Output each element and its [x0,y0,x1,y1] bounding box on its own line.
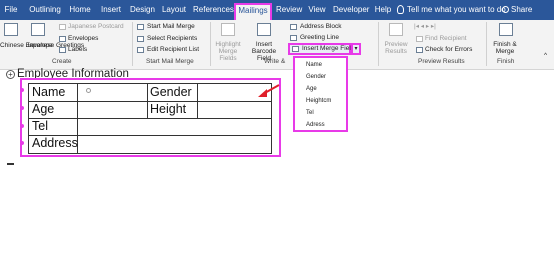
tab-insert[interactable]: Insert [99,3,123,19]
employee-table[interactable]: Name Gender Age Height Tel Address [28,83,272,154]
japanese-greetings-button[interactable]: Japanese Greetings [26,42,84,49]
labels-button[interactable]: Labels [68,46,87,54]
cursor-anchor-icon [86,88,91,93]
select-recipients-icon [137,36,144,42]
group-label-write-insert: Write & [264,58,286,65]
tab-mailings[interactable]: Mailings [234,3,272,20]
start-mail-merge-icon [137,24,144,30]
merge-field-option-heightcm[interactable]: Heightcm [306,97,331,105]
insert-merge-field-dropdown-arrow[interactable]: ▾ [351,43,361,55]
edit-recipient-list-icon [137,47,144,53]
cell-tel-label[interactable]: Tel [32,119,48,134]
tab-layout[interactable]: Layout [161,3,187,19]
paragraph-marker [20,88,24,92]
find-recipient-icon [416,36,423,42]
cell-gender-label[interactable]: Gender [150,85,192,100]
japanese-greetings-icon [31,23,45,36]
record-nav-arrows[interactable]: |◂ ◂ ▸ ▸| [414,23,436,31]
ribbon-separator [132,22,133,66]
barcode-icon [257,23,271,36]
table-col-border [147,84,148,118]
merge-field-option-name[interactable]: Name [306,61,322,69]
table-col-border [197,84,198,118]
collapse-ribbon-icon[interactable]: ^ [544,52,547,60]
merge-field-option-gender[interactable]: Gender [306,73,326,81]
check-for-errors-button[interactable]: Check for Errors [425,46,472,54]
tab-developer[interactable]: Developer [333,3,369,19]
highlight-merge-fields-button[interactable]: Highlight Merge Fields [210,41,246,62]
tab-design[interactable]: Design [130,3,155,19]
ribbon-tab-bar: File Outlining Home Insert Design Layout… [0,0,554,20]
red-arrow-icon [258,84,280,97]
address-block-button[interactable]: Address Block [300,23,342,31]
paragraph-marker [20,124,24,128]
paragraph-marker [20,106,24,110]
lightbulb-icon [397,5,404,14]
cell-height-label[interactable]: Height [150,102,186,117]
chinese-envelope-icon [4,23,18,36]
merge-field-dropdown: Name Gender Age Heightcm Tel Adress [293,56,348,132]
envelope-icon [59,36,66,42]
merge-field-option-adress[interactable]: Adress [306,121,325,129]
chinese-envelope-button[interactable]: Chinese Envelope [0,42,53,49]
labels-icon [59,47,66,53]
finish-and-merge-button[interactable]: Finish & Merge [489,41,521,55]
tab-view[interactable]: View [307,3,327,19]
cell-address-label[interactable]: Address [32,136,78,151]
greeting-line-button[interactable]: Greeting Line [300,34,339,42]
tab-file[interactable]: File [2,3,20,19]
tab-home[interactable]: Home [67,3,93,19]
group-label-finish: Finish [497,58,515,65]
finish-merge-icon [499,23,513,36]
ribbon-separator [378,22,379,66]
tell-me-search[interactable]: Tell me what you want to do [407,3,506,17]
tab-help[interactable]: Help [374,3,392,19]
envelopes-button[interactable]: Envelopes [68,35,98,43]
share-button[interactable]: Share [511,3,532,17]
preview-results-button[interactable]: Preview Results [382,41,410,55]
table-row-border [29,118,271,119]
preview-results-icon [389,23,403,36]
address-block-icon [290,24,297,30]
merge-field-option-age[interactable]: Age [306,85,317,93]
person-icon [502,6,509,13]
cell-name-label[interactable]: Name [32,85,65,100]
check-errors-icon [416,47,423,53]
move-handle-icon[interactable]: + [6,70,15,79]
select-recipients-button[interactable]: Select Recipients [147,35,197,43]
tab-review[interactable]: Review [276,3,302,19]
postcard-icon [59,24,66,30]
paragraph-marker [20,141,24,145]
merge-field-icon [292,46,299,52]
group-label-start-mail-merge: Start Mail Merge [146,58,194,65]
greeting-line-icon [290,35,297,41]
ribbon-separator [486,22,487,66]
group-label-preview-results: Preview Results [418,58,465,65]
group-label-create: Create [52,58,72,65]
find-recipient-button[interactable]: Find Recipient [425,35,467,43]
insert-merge-field-label: Insert Merge Field [302,45,355,52]
start-mail-merge-button[interactable]: Start Mail Merge [147,23,195,31]
end-of-document-mark [7,163,14,165]
tab-references[interactable]: References [193,3,234,19]
merge-field-option-tel[interactable]: Tel [306,109,314,117]
cell-age-label[interactable]: Age [32,102,54,117]
highlight-merge-fields-icon [221,23,235,36]
japanese-postcard-button[interactable]: Japanese Postcard [68,23,124,31]
insert-merge-field-button[interactable]: Insert Merge Field [288,43,355,55]
tab-outlining[interactable]: Outlining [27,3,63,19]
edit-recipient-list-button[interactable]: Edit Recipient List [147,46,199,54]
